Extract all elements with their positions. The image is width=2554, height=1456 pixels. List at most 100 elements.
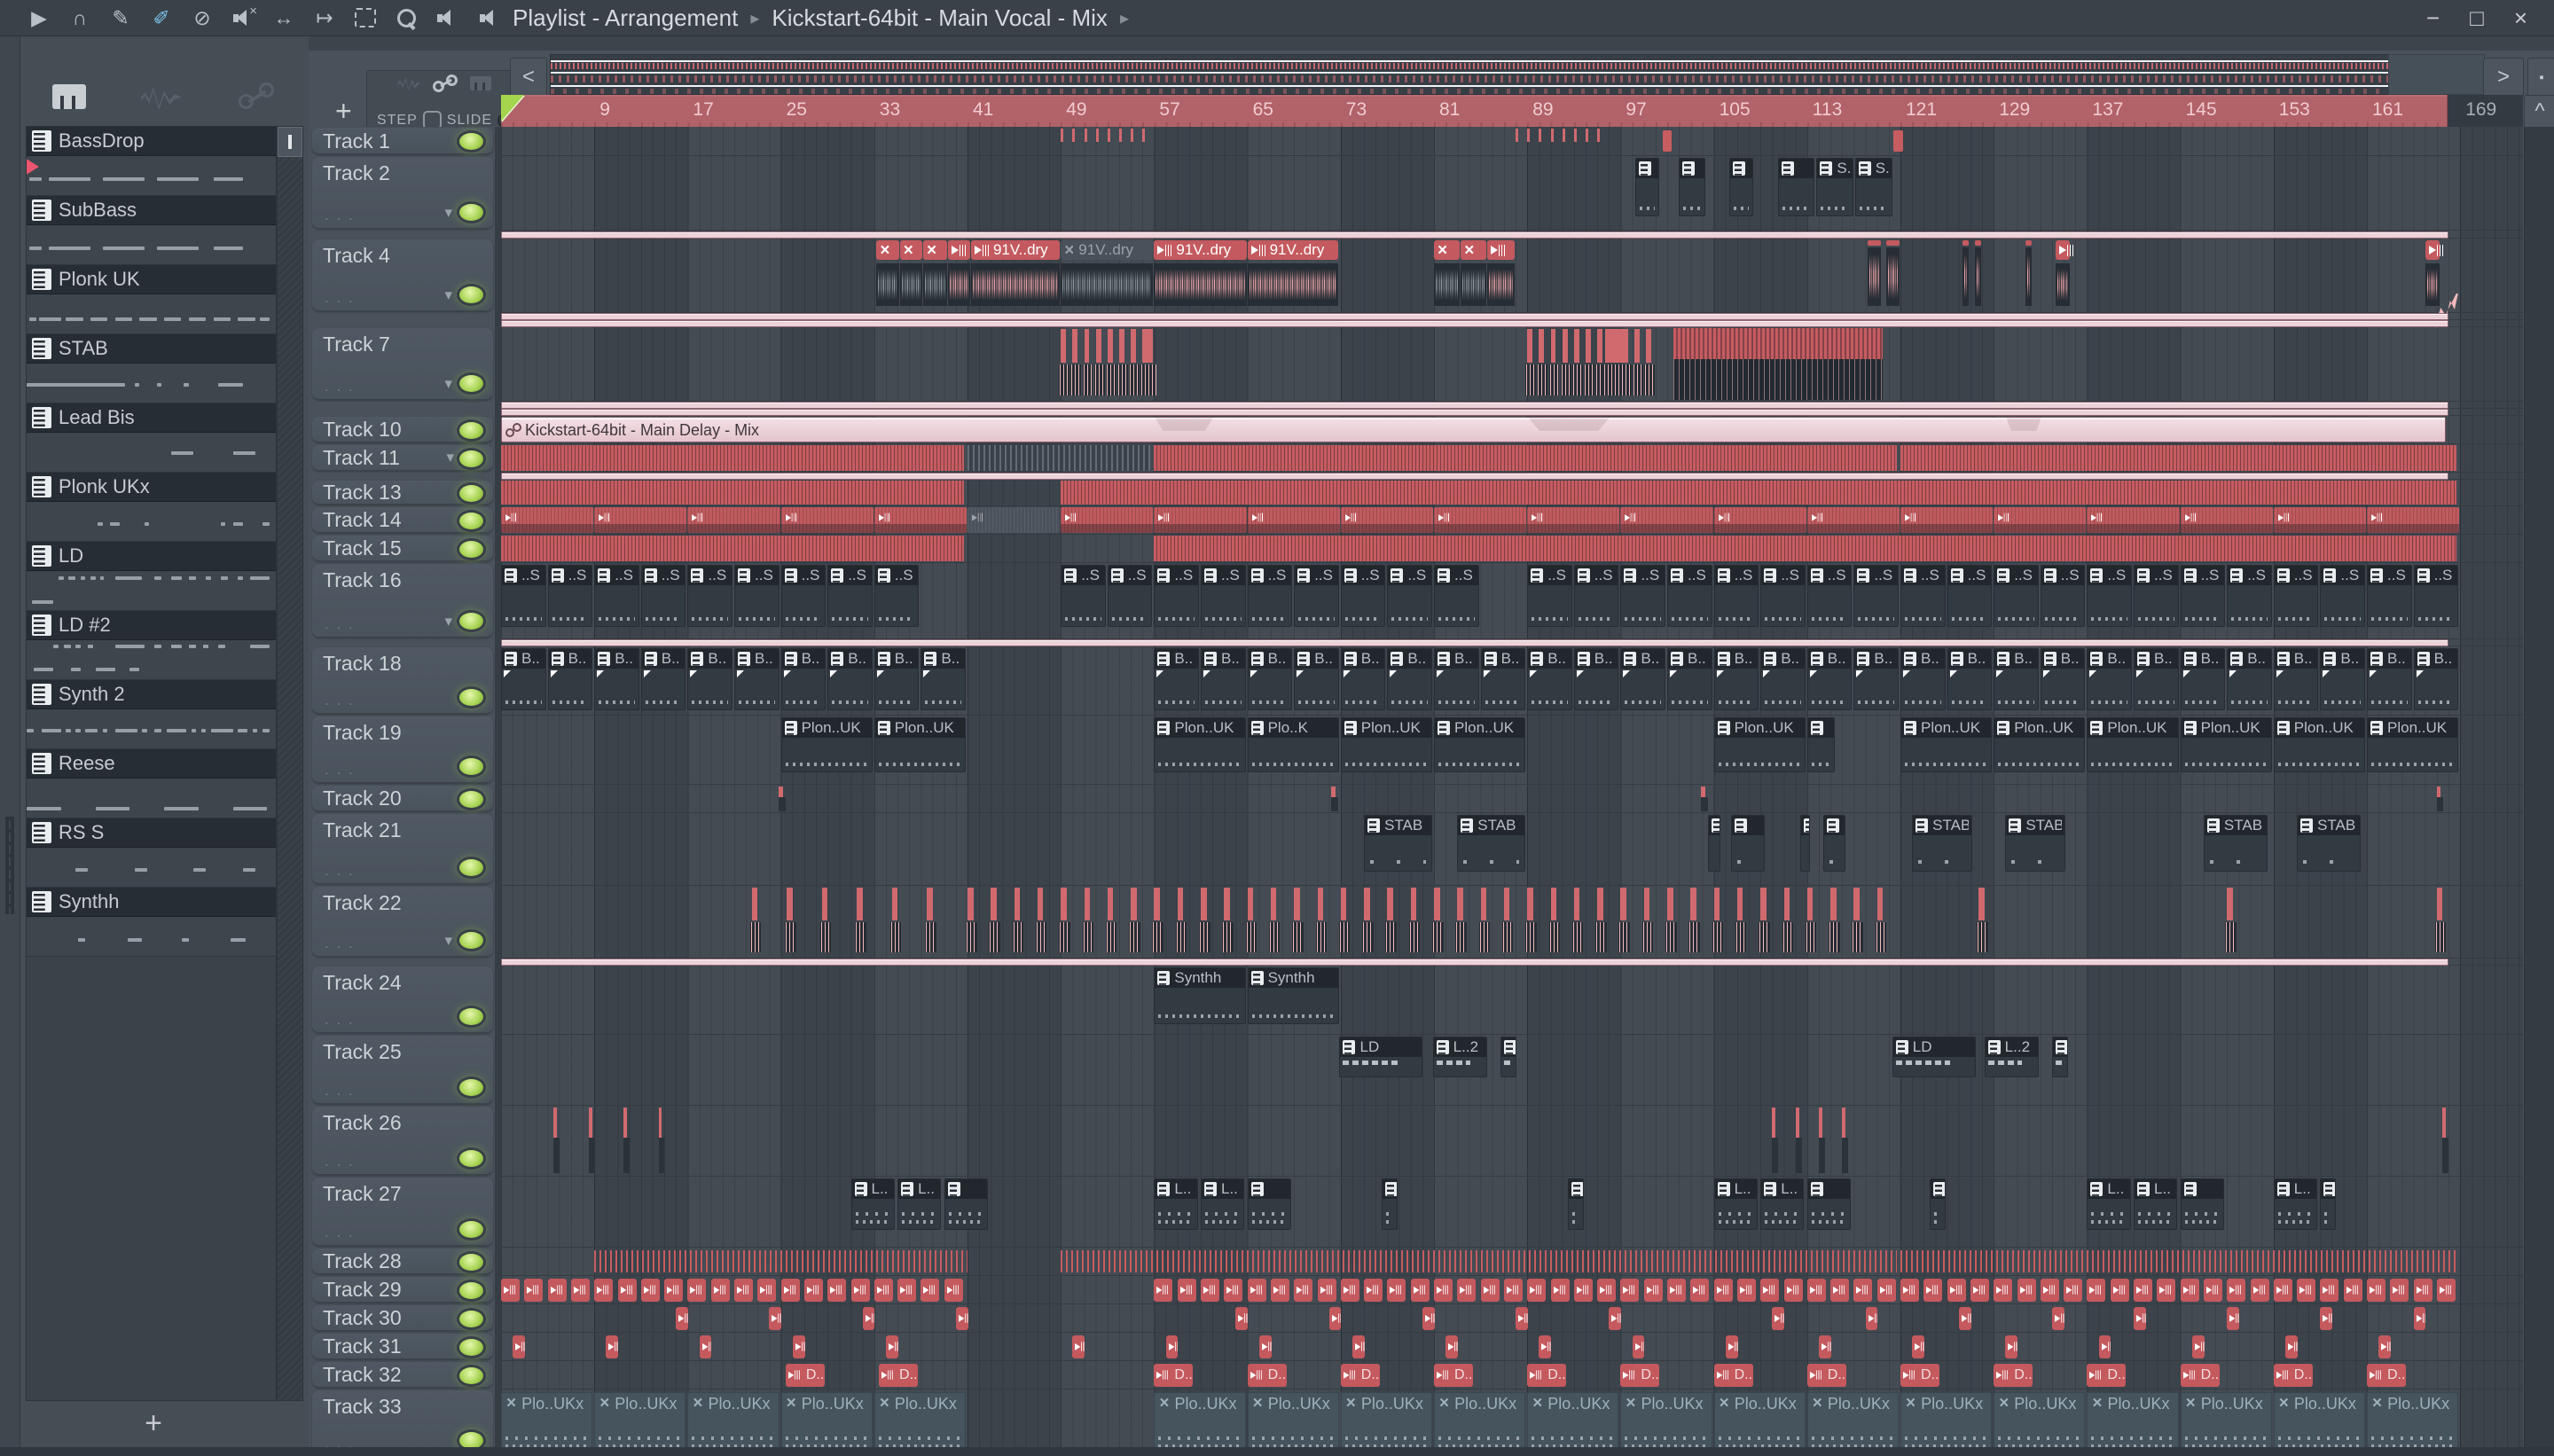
pattern-clip[interactable]: L.. xyxy=(1154,1178,1198,1230)
audio-chip[interactable] xyxy=(2343,1278,2362,1302)
pattern-clip[interactable]: ..S xyxy=(1154,565,1199,627)
audio-chip[interactable] xyxy=(1457,1278,1477,1302)
pattern-clip[interactable]: ..S xyxy=(2413,565,2459,627)
pattern-clip[interactable] xyxy=(1731,815,1765,872)
tick-clip[interactable] xyxy=(1177,888,1184,920)
pattern-clip[interactable]: STAB xyxy=(1912,815,1972,872)
pattern-item-rs-s[interactable]: RS S xyxy=(27,818,276,888)
audio-chip[interactable] xyxy=(1994,1278,2013,1302)
audio-chip[interactable] xyxy=(921,1278,940,1302)
audio-segment-clip[interactable] xyxy=(2273,507,2367,533)
track-enable-led[interactable] xyxy=(457,857,486,879)
audio-segment-clip[interactable] xyxy=(968,507,1061,533)
pattern-clip[interactable]: L.. xyxy=(1760,1178,1805,1230)
piano-preview-icon[interactable] xyxy=(470,76,491,90)
scroll-right-button[interactable]: > xyxy=(2483,58,2524,97)
pattern-clip[interactable]: Synthh xyxy=(1154,967,1246,1024)
track-enable-led[interactable] xyxy=(457,1006,486,1028)
mute-speaker-icon[interactable]: × xyxy=(227,2,259,34)
audio-chip[interactable] xyxy=(1736,1278,1756,1302)
audio-chip[interactable] xyxy=(2273,1278,2292,1302)
tick-clip[interactable] xyxy=(1736,888,1743,920)
tick-clip[interactable] xyxy=(857,888,863,920)
audio-chip[interactable] xyxy=(955,1306,968,1330)
audio-segment-clip[interactable] xyxy=(2087,507,2180,533)
pattern-item-reese[interactable]: Reese xyxy=(27,749,276,818)
audio-clip[interactable] xyxy=(1868,240,1881,306)
pattern-clip[interactable]: B.. xyxy=(874,648,920,710)
tick-clip[interactable] xyxy=(1084,888,1091,920)
tick-clip[interactable] xyxy=(1597,329,1602,363)
track-header-track-30[interactable]: Track 30 xyxy=(312,1305,493,1331)
audio-chip[interactable] xyxy=(1620,1278,1640,1302)
track-header-track-29[interactable]: Track 29 xyxy=(312,1277,493,1303)
labelled-audio-chip[interactable]: D.. xyxy=(1900,1363,1940,1387)
tick-clip[interactable] xyxy=(1247,888,1254,920)
audio-chip[interactable] xyxy=(1783,1278,1803,1302)
automation-strip-clip[interactable] xyxy=(501,320,2448,327)
tick-clip[interactable] xyxy=(891,888,898,920)
audio-clip[interactable]: × xyxy=(1434,240,1461,306)
audio-chip[interactable] xyxy=(2110,1278,2129,1302)
track-header-track-1[interactable]: Track 1 xyxy=(312,128,493,154)
automation-picker-tab-icon[interactable] xyxy=(237,82,276,111)
pattern-clip[interactable]: B.. xyxy=(2273,648,2319,710)
track-header-track-31[interactable]: Track 31 xyxy=(312,1334,493,1359)
pattern-item-synth-2[interactable]: Synth 2 xyxy=(27,680,276,749)
track-collapse-arrow-icon[interactable]: ▾ xyxy=(446,449,454,466)
track-enable-led[interactable] xyxy=(457,130,486,153)
tick-clip[interactable] xyxy=(1118,129,1122,142)
track-header-track-21[interactable]: Track 21. . . xyxy=(312,814,493,884)
audio-segment-clip[interactable] xyxy=(1154,507,1247,533)
tick-clip[interactable] xyxy=(968,888,974,920)
track-header-track-28[interactable]: Track 28 xyxy=(312,1249,493,1274)
audio-chip[interactable] xyxy=(1900,1278,1919,1302)
tick-clip[interactable] xyxy=(1573,129,1577,142)
dense-notes-clip[interactable] xyxy=(1154,536,2457,561)
pattern-clip[interactable] xyxy=(1568,1178,1584,1230)
audio-chip[interactable] xyxy=(1958,1306,1971,1330)
track-options[interactable]: . . . xyxy=(325,862,355,880)
tick-clip[interactable] xyxy=(1014,888,1021,920)
pattern-clip[interactable]: B.. xyxy=(1201,648,1246,710)
audio-chip[interactable] xyxy=(1830,1278,1850,1302)
pattern-clip[interactable]: Plon..UK xyxy=(874,717,966,772)
tick-clip[interactable] xyxy=(1646,329,1652,363)
labelled-audio-chip[interactable]: D.. xyxy=(2087,1363,2127,1387)
pattern-clip[interactable]: L.. xyxy=(1713,1178,1758,1230)
audio-chip[interactable] xyxy=(570,1278,590,1302)
audio-chip[interactable] xyxy=(2051,1306,2064,1330)
labelled-audio-chip[interactable]: D.. xyxy=(2180,1363,2220,1387)
pattern-clip[interactable]: B.. xyxy=(2180,648,2226,710)
track-enable-led[interactable] xyxy=(457,1279,486,1302)
audio-chip[interactable] xyxy=(1422,1306,1435,1330)
pattern-clip[interactable]: × Plo..UKx xyxy=(2367,1392,2459,1454)
labelled-audio-chip[interactable]: D.. xyxy=(2367,1363,2407,1387)
track-header-track-25[interactable]: Track 25. . . xyxy=(312,1036,493,1104)
track-enable-led[interactable] xyxy=(457,509,486,532)
pattern-clip[interactable]: × Plo..UKx xyxy=(874,1392,966,1454)
audio-chip[interactable] xyxy=(1643,1278,1663,1302)
audio-clip[interactable]: × xyxy=(1461,240,1487,306)
audio-clip[interactable] xyxy=(2425,240,2440,306)
tick-clip[interactable] xyxy=(1107,129,1110,142)
audio-chip[interactable] xyxy=(1923,1278,1943,1302)
add-track-button[interactable]: + xyxy=(335,95,352,128)
pattern-clip[interactable]: B.. xyxy=(2227,648,2272,710)
pattern-clip[interactable]: ..S xyxy=(1667,565,1712,627)
tick-clip[interactable] xyxy=(1340,888,1347,920)
audio-chip[interactable] xyxy=(1609,1306,1622,1330)
pattern-clip[interactable]: × Plo..UKx xyxy=(1620,1392,1712,1454)
pattern-clip[interactable]: LD xyxy=(1892,1037,1976,1077)
audio-chip[interactable] xyxy=(2134,1306,2146,1330)
tick-clip[interactable] xyxy=(658,1108,662,1139)
tick-clip[interactable] xyxy=(1387,888,1393,920)
tick-clip[interactable] xyxy=(1118,329,1124,363)
audio-chip[interactable] xyxy=(1270,1278,1289,1302)
pattern-clip[interactable]: ..S xyxy=(2087,565,2132,627)
pattern-clip[interactable]: Plo..K xyxy=(1247,717,1339,772)
audio-chip[interactable] xyxy=(1258,1335,1272,1358)
audio-chip[interactable] xyxy=(2378,1335,2391,1358)
tick-clip[interactable] xyxy=(1585,129,1588,142)
audio-segment-clip[interactable] xyxy=(874,507,968,533)
